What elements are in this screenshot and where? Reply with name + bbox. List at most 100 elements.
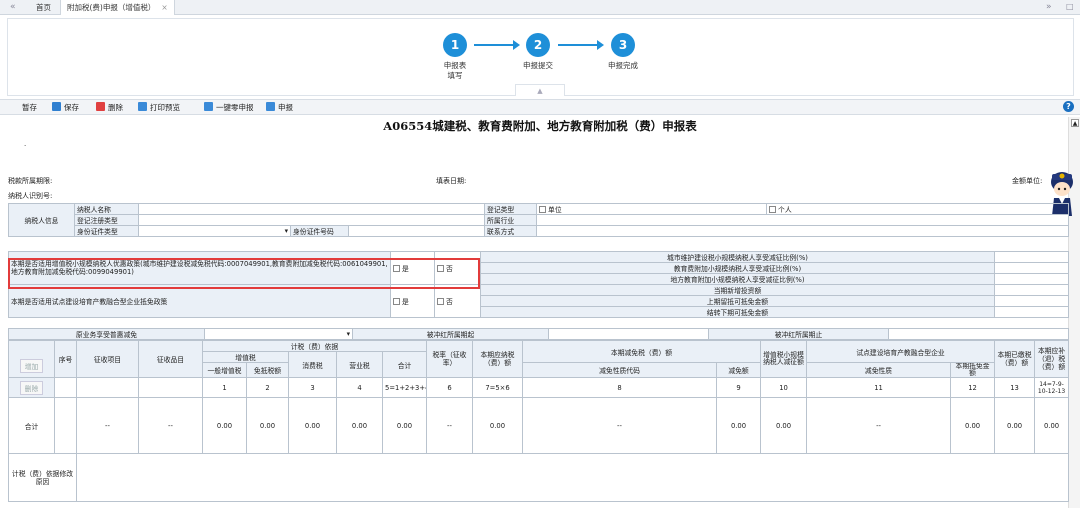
general-vat-header: 一般增值税	[202, 362, 247, 378]
fill-date-label: 填表日期:	[436, 177, 467, 185]
unit-option[interactable]: 单位	[536, 203, 768, 215]
id-no-label: 身份证件号码	[290, 225, 349, 237]
add-row-cell: 增加	[8, 340, 55, 378]
dot-text: .	[24, 140, 27, 148]
no-label: 否	[446, 298, 453, 306]
scroll-left-icon[interactable]: «	[10, 2, 16, 12]
zero-declare-button[interactable]: 一键零申报	[204, 102, 254, 114]
item-header: 征收项目	[76, 340, 139, 378]
scroll-right-icon[interactable]: »	[1046, 2, 1052, 12]
taxpayer-info-section: 纳税人信息	[8, 203, 75, 237]
offset-table: 原业务享受普惠减免 ▾ 被冲红所属期起 被冲红所属期止	[8, 328, 1069, 340]
step-3-circle: 3	[611, 33, 635, 57]
col-num: 5=1+2+3+4	[382, 377, 427, 398]
total-payable: 0.00	[472, 397, 523, 454]
checkbox-icon[interactable]	[393, 298, 400, 305]
arrow-icon	[474, 40, 520, 50]
col-num: 10	[760, 377, 808, 398]
offset-end-label: 被冲红所属期止	[708, 328, 889, 340]
tab-home[interactable]: 首页	[30, 0, 57, 15]
declare-label: 申报	[278, 103, 293, 112]
col-num: 8	[522, 377, 717, 398]
col-num: 1	[202, 377, 247, 398]
basis-header: 计税（费）依据	[202, 340, 427, 352]
col-num: 3	[288, 377, 337, 398]
total-paid: 0.00	[994, 397, 1036, 454]
pilot-credit-header: 本期抵免金额	[950, 362, 996, 378]
scroll-up-icon[interactable]: ▲	[1071, 119, 1079, 127]
checkbox-icon[interactable]	[539, 206, 547, 213]
city-ratio-label: 城市维护建设税小规模纳税人享受减征比例(%)	[480, 251, 995, 263]
id-type-label: 身份证件类型	[74, 225, 139, 237]
checkbox-icon[interactable]	[769, 206, 777, 213]
pilot-no[interactable]: 否	[434, 284, 481, 318]
offset-start-field[interactable]	[548, 328, 709, 340]
declare-button[interactable]: 申报	[266, 102, 293, 114]
dropdown-icon[interactable]: ▾	[347, 330, 350, 338]
step-2-label: 申报提交	[523, 61, 553, 70]
amount-unit-label: 金额单位:	[1012, 177, 1043, 185]
col-num: 6	[426, 377, 473, 398]
window-icon[interactable]: □	[1066, 2, 1074, 11]
reg-type-field[interactable]	[137, 214, 486, 226]
tab-bar: « 首页 附加税(费)申报（增值税） × » □	[0, 0, 1080, 15]
help-icon[interactable]: ?	[1063, 101, 1074, 112]
delete-label: 删除	[108, 103, 123, 112]
person-option[interactable]: 个人	[766, 203, 1070, 215]
close-icon[interactable]: ×	[161, 3, 167, 12]
person-option-label: 个人	[778, 206, 792, 214]
collapse-toggle[interactable]: ▲	[515, 84, 565, 96]
add-row-button[interactable]: 增加	[19, 359, 44, 373]
taxpayer-name-field[interactable]	[137, 203, 486, 215]
refund-header: 本期应补（退）税（费）额	[1034, 340, 1070, 378]
rate-header: 税率（征收率）	[426, 340, 473, 378]
offset-start-label: 被冲红所属期起	[352, 328, 549, 340]
industry-label: 所属行业	[484, 214, 538, 226]
city-ratio-field[interactable]	[994, 251, 1069, 263]
toolbar: 暂存 保存 删除 打印预览 一键零申报 申报	[0, 99, 1080, 115]
total-sum: 0.00	[382, 397, 427, 454]
tab-surcharge-declare[interactable]: 附加税(费)申报（增值税） ×	[60, 0, 175, 15]
tab-label: 附加税(费)申报（增值税）	[67, 3, 156, 12]
yes-label: 是	[402, 298, 409, 306]
col-num: 2	[246, 377, 289, 398]
contact-field[interactable]	[536, 225, 1070, 237]
declare-icon	[266, 102, 275, 111]
total-pilot-credit: 0.00	[950, 397, 996, 454]
original-exemption-label: 原业务享受普惠减免	[8, 328, 205, 340]
consumption-header: 消费税	[288, 351, 337, 378]
local-edu-ratio-label: 地方教育附加小规模纳税人享受减征比例(%)	[480, 273, 995, 285]
prev-credit-field[interactable]	[994, 295, 1069, 307]
save-draft-button[interactable]: 暂存	[22, 102, 37, 114]
pilot-yes[interactable]: 是	[390, 284, 435, 318]
original-exemption-select[interactable]: ▾	[204, 328, 353, 340]
id-type-select[interactable]: ▾	[138, 225, 291, 237]
delete-button[interactable]: 删除	[96, 102, 123, 114]
new-credit-field[interactable]	[994, 284, 1069, 296]
save-draft-label: 暂存	[22, 103, 37, 112]
arrow-icon	[558, 40, 604, 50]
reduction-header: 本期减免税（费）额	[521, 340, 762, 363]
col-num: 9	[715, 377, 762, 398]
col-num: 4	[336, 377, 383, 398]
id-no-field[interactable]	[347, 225, 486, 237]
print-preview-button[interactable]: 打印预览	[138, 102, 180, 114]
reason-field[interactable]	[75, 453, 1070, 502]
reason-label: 计税（费）依据修改原因	[8, 453, 77, 502]
carry-credit-field[interactable]	[994, 306, 1069, 318]
print-icon	[138, 102, 147, 111]
col-num: 14=7-9-10-12-13	[1034, 377, 1070, 398]
checkbox-icon[interactable]	[437, 298, 444, 305]
empty-cell	[54, 397, 77, 454]
zero-declare-icon	[204, 102, 213, 111]
delete-row-button[interactable]: 删除	[19, 380, 44, 395]
dropdown-icon[interactable]: ▾	[285, 227, 288, 235]
taxpayer-name-label: 纳税人名称	[74, 203, 139, 215]
edu-ratio-field[interactable]	[994, 262, 1069, 274]
print-preview-label: 打印预览	[150, 103, 180, 112]
offset-end-field[interactable]	[888, 328, 1069, 340]
reduction-code-header: 减免性质代码	[522, 362, 717, 378]
industry-field[interactable]	[536, 214, 1070, 226]
local-edu-ratio-field[interactable]	[994, 273, 1069, 285]
save-button[interactable]: 保存	[52, 102, 79, 114]
